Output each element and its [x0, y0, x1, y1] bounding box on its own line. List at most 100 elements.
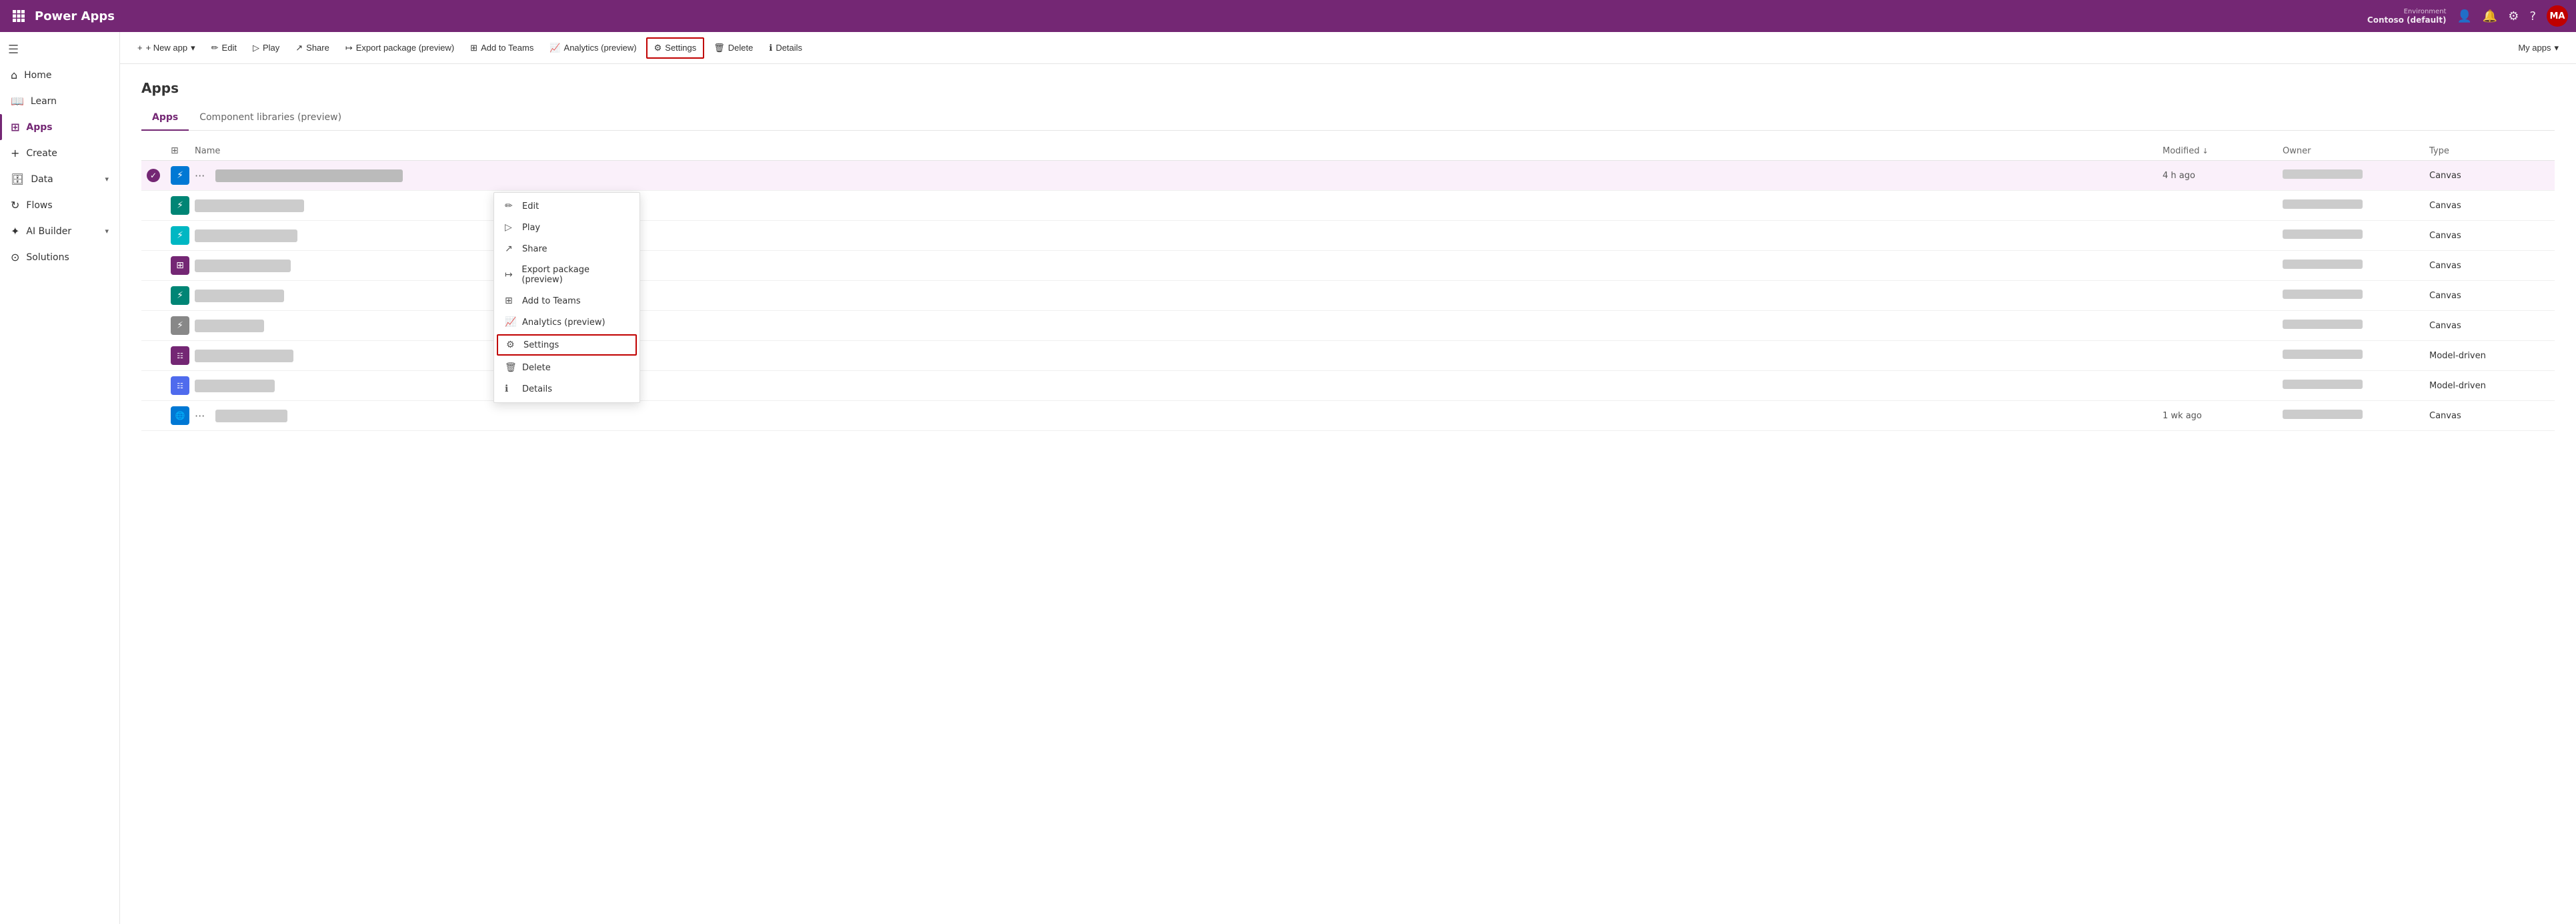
context-menu-add-to-teams[interactable]: ⊞ Add to Teams	[494, 290, 639, 312]
analytics-button[interactable]: 📈 Analytics (preview)	[543, 39, 643, 57]
export-icon: ↦	[505, 270, 515, 280]
environment-selector[interactable]: Environment Contoso (default)	[2367, 8, 2447, 25]
sidebar-item-home[interactable]: ⌂ Home	[0, 62, 119, 88]
app-title: Power Apps	[35, 9, 2367, 23]
name-col-header[interactable]: Name	[195, 146, 2163, 156]
row-owner	[2283, 380, 2429, 392]
share-button[interactable]: ↗ Share	[289, 39, 336, 57]
chevron-down-icon: ▾	[105, 227, 109, 236]
type-col-header[interactable]: Type	[2429, 146, 2549, 156]
play-icon: ▷	[253, 43, 259, 53]
my-apps-label: My apps	[2518, 43, 2551, 53]
row-owner	[2283, 199, 2429, 211]
app-icon: 🌐	[171, 406, 189, 425]
sidebar-item-ai-builder[interactable]: ✦ AI Builder ▾	[0, 218, 119, 244]
info-icon: ℹ	[505, 384, 515, 394]
context-menu-analytics[interactable]: 📈 Analytics (preview)	[494, 312, 639, 333]
app-name	[195, 380, 275, 392]
edit-button[interactable]: ✏ Edit	[205, 39, 243, 57]
environment-label: Environment	[2404, 8, 2447, 15]
row-type: Model-driven	[2429, 381, 2549, 391]
page-title: Apps	[141, 80, 2555, 96]
check-mark-icon: ✓	[147, 169, 160, 182]
owner-blurred	[2283, 260, 2363, 269]
table-row[interactable]: ✓ ⚡ ··· 4 h ago Canvas	[141, 161, 2555, 191]
app-name	[195, 229, 297, 242]
app-name	[215, 410, 287, 422]
top-navigation: Power Apps Environment Contoso (default)…	[0, 0, 2576, 32]
row-type: Canvas	[2429, 411, 2549, 421]
add-to-teams-button[interactable]: ⊞ Add to Teams	[463, 39, 540, 57]
owner-blurred	[2283, 320, 2363, 329]
row-name-col	[195, 260, 2163, 272]
row-modified: 4 h ago	[2163, 171, 2283, 181]
sidebar-item-data[interactable]: 🗄 Data ▾	[0, 166, 119, 192]
app-name	[195, 350, 293, 362]
sidebar-item-label: Create	[26, 148, 57, 159]
settings-icon[interactable]: ⚙	[2508, 9, 2519, 23]
share-icon: ↗	[505, 244, 515, 254]
environment-name: Contoso (default)	[2367, 15, 2447, 25]
sidebar-item-solutions[interactable]: ⊙ Solutions	[0, 244, 119, 270]
app-name	[195, 260, 291, 272]
sidebar-collapse-button[interactable]: ☰	[0, 37, 119, 62]
avatar[interactable]: MA	[2547, 5, 2568, 27]
table-row[interactable]: 🌐 ··· 1 wk ago Canvas	[141, 401, 2555, 431]
apps-icon: ⊞	[11, 121, 19, 133]
row-icon-col: ⚡	[171, 316, 195, 335]
row-type: Canvas	[2429, 231, 2549, 241]
main-layout: ☰ ⌂ Home 📖 Learn ⊞ Apps + Create 🗄 Data …	[0, 32, 2576, 924]
info-icon: ℹ	[769, 43, 772, 53]
my-apps-button[interactable]: My apps ▾	[2511, 39, 2565, 57]
sidebar-item-label: AI Builder	[26, 226, 71, 237]
row-type: Canvas	[2429, 201, 2549, 211]
row-check-selected: ✓	[147, 169, 171, 182]
context-menu-settings[interactable]: ⚙ Settings	[497, 334, 637, 356]
owner-blurred	[2283, 229, 2363, 239]
top-nav-right: Environment Contoso (default) 👤 🔔 ⚙ ? MA	[2367, 5, 2568, 27]
play-icon: ▷	[505, 222, 515, 233]
context-menu-details[interactable]: ℹ Details	[494, 378, 639, 400]
context-menu-edit[interactable]: ✏ Edit	[494, 195, 639, 217]
settings-button[interactable]: ⚙ Settings	[646, 37, 705, 59]
row-owner	[2283, 320, 2429, 332]
sidebar-item-apps[interactable]: ⊞ Apps	[0, 114, 119, 140]
row-more-icon[interactable]: ···	[195, 169, 205, 182]
sidebar-item-learn[interactable]: 📖 Learn	[0, 88, 119, 114]
owner-blurred	[2283, 169, 2363, 179]
sidebar-item-flows[interactable]: ↻ Flows	[0, 192, 119, 218]
tab-apps[interactable]: Apps	[141, 107, 189, 131]
row-icon-col: ☷	[171, 376, 195, 395]
create-icon: +	[11, 147, 19, 159]
context-menu-export[interactable]: ↦ Export package (preview)	[494, 260, 639, 290]
details-button[interactable]: ℹ Details	[762, 39, 809, 57]
app-icon: ☷	[171, 346, 189, 365]
context-menu-play[interactable]: ▷ Play	[494, 217, 639, 238]
owner-col-header[interactable]: Owner	[2283, 146, 2429, 156]
sidebar-item-create[interactable]: + Create	[0, 140, 119, 166]
chevron-down-icon: ▾	[105, 175, 109, 183]
tabs: Apps Component libraries (preview)	[141, 107, 2555, 131]
play-button[interactable]: ▷ Play	[246, 39, 286, 57]
row-type: Canvas	[2429, 171, 2549, 181]
notifications-icon[interactable]: 🔔	[2483, 9, 2497, 23]
waffle-menu-icon[interactable]	[8, 5, 29, 27]
share-icon: ↗	[295, 43, 303, 53]
new-app-dropdown-icon: ▾	[191, 43, 195, 53]
row-owner	[2283, 229, 2429, 242]
row-icon-col: ⊞	[171, 256, 195, 275]
delete-button[interactable]: 🗑 Delete	[707, 39, 760, 57]
new-app-button[interactable]: + + New app ▾	[131, 39, 202, 57]
row-more-icon[interactable]: ···	[195, 410, 205, 422]
grid-icon: ⊞	[171, 145, 179, 156]
context-menu-share[interactable]: ↗ Share	[494, 238, 639, 260]
help-icon[interactable]: ?	[2529, 9, 2536, 23]
export-button[interactable]: ↦ Export package (preview)	[339, 39, 461, 57]
context-menu-delete[interactable]: 🗑 Delete	[494, 357, 639, 378]
person-icon[interactable]: 👤	[2457, 9, 2471, 23]
tab-component-libraries[interactable]: Component libraries (preview)	[189, 107, 352, 131]
teams-icon: ⊞	[505, 296, 515, 306]
row-modified: 1 wk ago	[2163, 411, 2283, 421]
modified-col-header[interactable]: Modified ↓	[2163, 146, 2283, 156]
settings-gear-icon: ⚙	[654, 43, 662, 53]
